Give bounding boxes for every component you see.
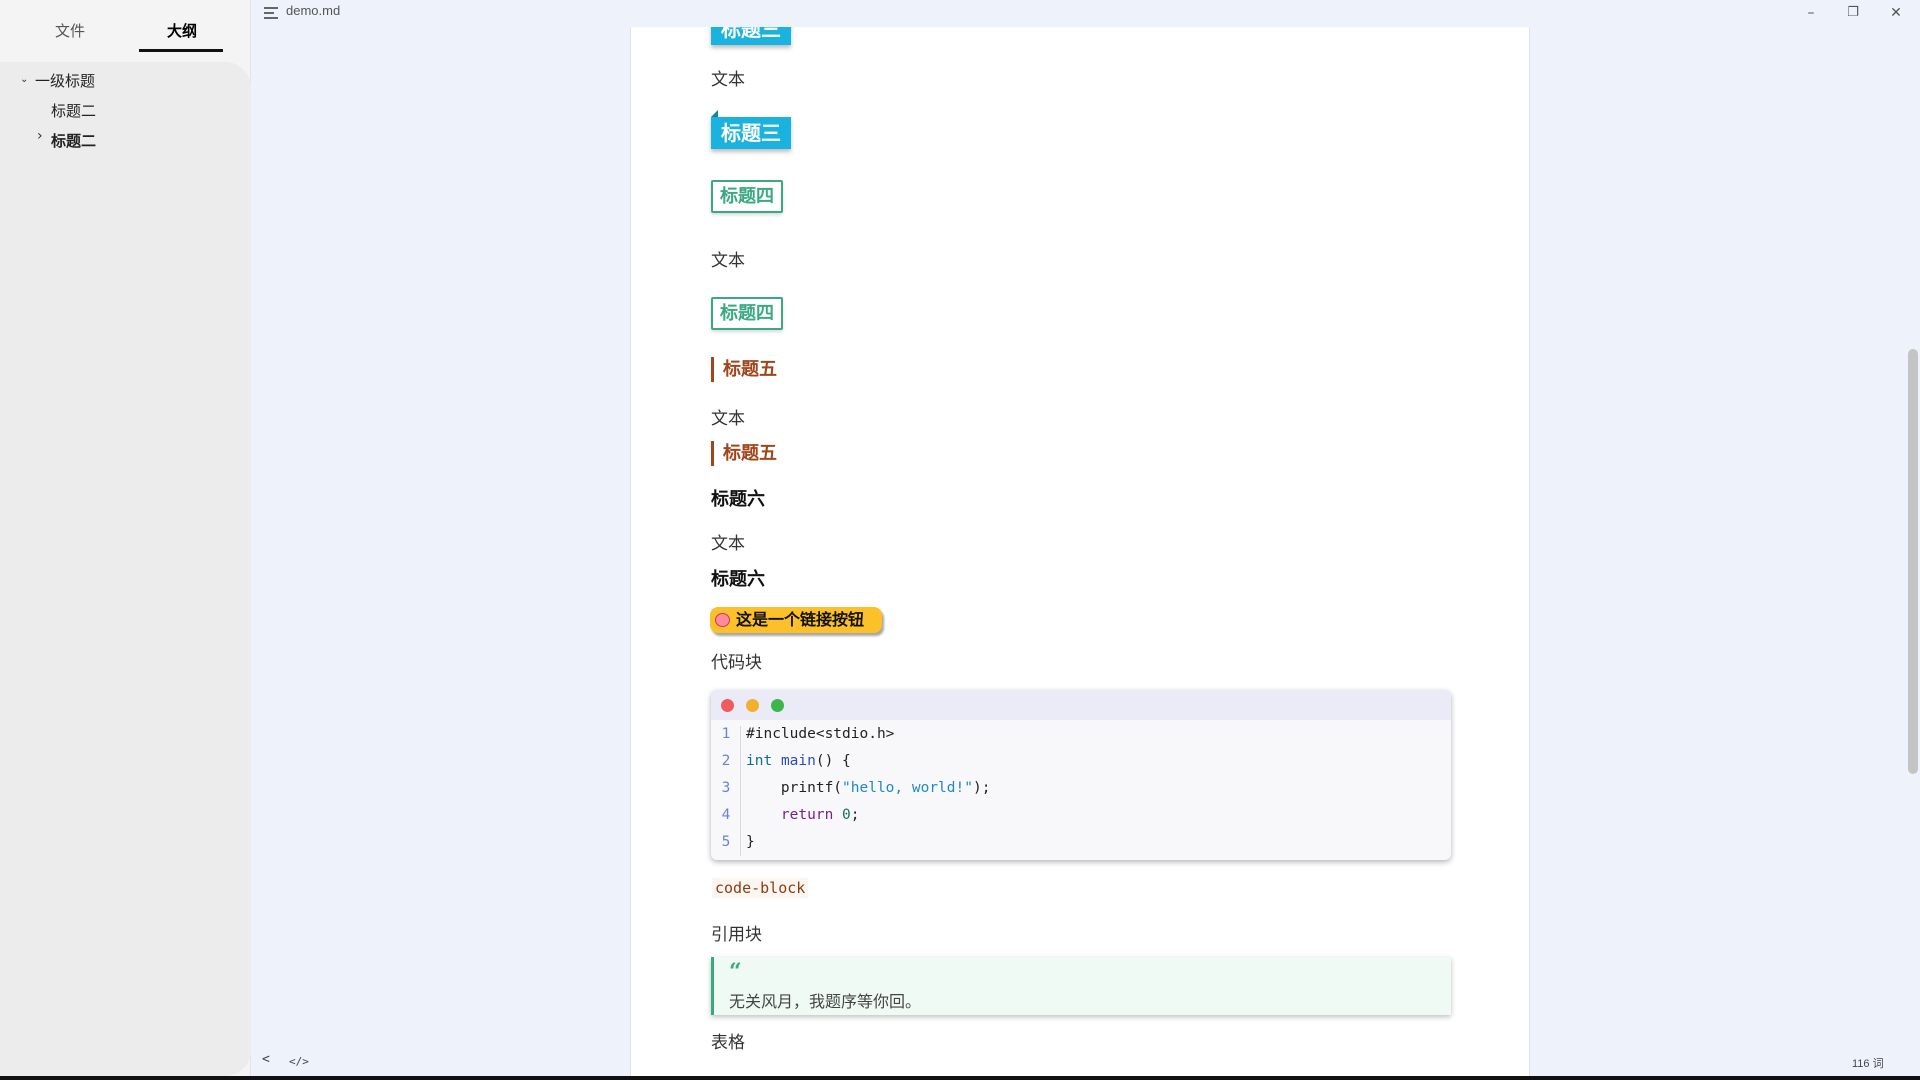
heading-4: 标题四 [711,297,783,330]
link-button[interactable]: 这是一个链接按钮 [710,607,883,633]
quote-text: 无关风月，我题序等你回。 [729,992,922,1011]
heading-3: 标题三 [711,110,791,149]
gutter-divider [740,726,741,856]
outline-item-h2-active[interactable]: 标题二 [51,130,96,152]
word-count[interactable]: 116 词 [1852,1055,1884,1071]
paragraph: 文本 [711,251,745,271]
minimize-dot-icon [746,699,759,712]
source-code-icon[interactable]: </> [289,1055,309,1068]
maximize-dot-icon [771,699,784,712]
paragraph: 文本 [711,409,745,429]
active-tab-indicator [139,49,223,52]
scrollbar-thumb[interactable] [1908,349,1918,774]
code-block[interactable]: 1 2 3 4 5 #include<stdio.h> int main() {… [711,690,1451,860]
heading-5: 标题五 [711,441,777,466]
code-block-label: 代码块 [711,653,762,673]
line-number: 5 [721,834,731,850]
line-number: 4 [721,807,731,823]
inline-code: code-block [712,878,809,898]
editor-page[interactable]: 标题三 文本 标题三 标题四 文本 标题四 标题五 文本 标题五 标题六 文本 … [630,27,1530,1080]
close-dot-icon [721,699,734,712]
heading-5: 标题五 [711,357,777,382]
close-button[interactable]: ✕ [1876,0,1916,26]
table-label: 表格 [711,1033,745,1053]
code-line: printf("hello, world!"); [780,780,991,796]
link-button-label: 这是一个链接按钮 [736,610,865,629]
window-bottom-edge [0,1076,1920,1080]
chevron-down-icon[interactable]: ⌄ [20,74,28,85]
outline-panel: ⌄ 一级标题 标题二 › 标题二 [0,62,251,1076]
quote-mark-icon: “ [729,959,742,985]
chevron-right-icon[interactable]: › [37,128,43,144]
heading-6: 标题六 [711,569,765,590]
outline-item-h2[interactable]: 标题二 [51,100,96,122]
code-line: return 0; [780,807,860,823]
code-line: #include<stdio.h> [746,726,895,742]
blockquote[interactable]: “ 无关风月，我题序等你回。 [711,957,1451,1015]
restore-button[interactable]: ❐ [1833,0,1873,26]
tab-outline[interactable]: 大纲 [140,20,224,42]
heading-4: 标题四 [711,180,783,213]
outline-item-h1[interactable]: 一级标题 [35,70,95,92]
heart-eyes-emoji-icon [715,613,730,627]
code-line: } [746,834,755,850]
line-number: 2 [721,753,731,769]
code-line: int main() { [746,753,851,769]
document-title: demo.md [286,3,341,18]
line-number: 3 [721,780,731,796]
heading-3-partial: 标题三 [711,27,791,45]
menu-icon[interactable] [264,6,280,20]
quote-block-label: 引用块 [711,925,762,945]
heading-6: 标题六 [711,489,765,510]
tab-files[interactable]: 文件 [40,20,100,42]
minimize-button[interactable]: – [1791,0,1831,26]
code-body[interactable]: 1 2 3 4 5 #include<stdio.h> int main() {… [711,720,1451,860]
paragraph: 文本 [711,534,745,554]
sidebar-tabs: 文件 大纲 [0,0,251,54]
collapse-sidebar-icon[interactable]: < [262,1052,270,1067]
sidebar: 文件 大纲 ⌄ 一级标题 标题二 › 标题二 [0,0,251,1076]
paragraph: 文本 [711,70,745,90]
code-block-header [711,690,1451,720]
line-number: 1 [721,726,731,742]
